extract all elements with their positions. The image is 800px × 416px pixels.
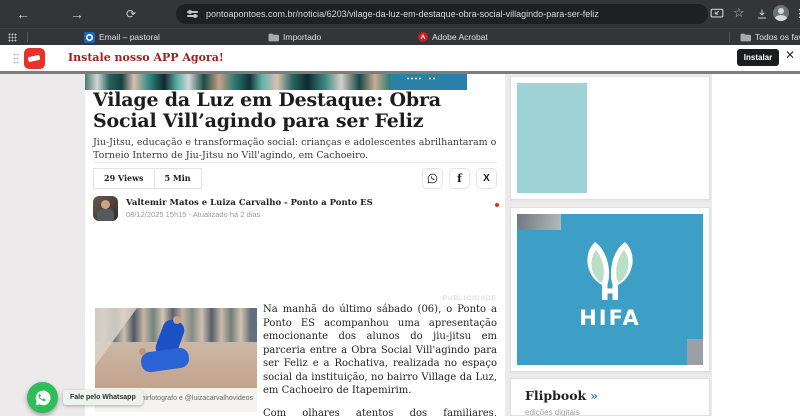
- drag-handle-icon: [13, 53, 19, 64]
- banner-close-icon[interactable]: ✕: [785, 48, 795, 62]
- hero-image: [85, 74, 505, 90]
- share-x-button[interactable]: X: [476, 168, 497, 189]
- browser-toolbar: ← → ⟳ pontoapontoes.com.br/noticia/6203/…: [0, 0, 800, 28]
- jiujitsu-photo: [95, 308, 257, 388]
- bookmark-importado[interactable]: Importado: [268, 29, 321, 45]
- all-favorites-label: Todos os favoritos: [755, 32, 800, 42]
- apps-grid-icon[interactable]: [8, 33, 17, 42]
- folder-icon: [740, 33, 751, 42]
- hifa-ad-corner: [517, 214, 561, 230]
- download-icon[interactable]: [756, 7, 768, 25]
- banner-message: Instale nosso APP Agora!: [68, 45, 224, 71]
- hifa-ad-image: HIFA: [517, 214, 703, 365]
- hero-image-blue-banner: [390, 74, 467, 90]
- menu-kebab-icon[interactable]: ⋮: [794, 6, 800, 22]
- advertising-label: PUBLICIDADE: [443, 295, 497, 302]
- back-icon[interactable]: ←: [16, 6, 30, 22]
- hifa-logo: HIFA: [571, 238, 649, 338]
- photo-athlete-head: [173, 316, 181, 324]
- bookmark-email[interactable]: Email – pastoral: [84, 29, 160, 45]
- read-time-badge: 5 Min: [154, 168, 202, 189]
- bookmark-label: Importado: [283, 32, 321, 42]
- hifa-wordmark: HIFA: [579, 306, 641, 330]
- forward-icon[interactable]: →: [70, 6, 84, 22]
- article-meta-row: 29 Views 5 Min f X: [93, 168, 497, 189]
- sidebar-ad-top-image: [517, 83, 587, 193]
- folder-icon: [268, 33, 279, 42]
- hero-image-collage: [85, 74, 390, 90]
- article-body: Na manhã do último sábado (06), o Ponto …: [263, 303, 497, 416]
- paragraph: Na manhã do último sábado (06), o Ponto …: [263, 303, 497, 398]
- flipbook-arrow: »: [590, 388, 598, 403]
- bookmarks-divider: [27, 32, 28, 42]
- sidebar-ad-top[interactable]: [510, 76, 710, 200]
- bookmark-label: Adobe Acrobat: [432, 32, 488, 42]
- browser-window: ← → ⟳ pontoapontoes.com.br/noticia/6203/…: [0, 0, 800, 416]
- bookmarks-bar: Email – pastoral Importado Adobe Acrobat…: [0, 28, 800, 45]
- photo-athlete-ground: [140, 347, 190, 373]
- site-info-icon[interactable]: [187, 9, 198, 19]
- bookmark-label: Email – pastoral: [99, 32, 160, 42]
- share-facebook-button[interactable]: f: [449, 168, 470, 189]
- hifa-ad-corner: [687, 339, 703, 365]
- author-name: Valtemir Matos e Luiza Carvalho - Ponto …: [126, 198, 373, 208]
- flipbook-subtitle: edições digitais: [525, 408, 695, 416]
- open-in-app-icon[interactable]: [710, 7, 724, 25]
- sidebar-ad-hifa[interactable]: HIFA: [510, 207, 710, 372]
- whatsapp-icon: [427, 173, 438, 184]
- bookmark-acrobat[interactable]: Adobe Acrobat: [418, 29, 488, 45]
- bookmark-star-icon[interactable]: ☆: [733, 5, 745, 21]
- whatsapp-icon: [34, 389, 52, 407]
- outlook-icon: [84, 32, 95, 43]
- profile-avatar[interactable]: [773, 5, 789, 21]
- acrobat-icon: [418, 32, 428, 42]
- reload-icon[interactable]: ⟳: [126, 6, 136, 22]
- paragraph: Com olhares atentos dos familiares, prof…: [263, 407, 497, 416]
- article-title: Vilage da Luz em Destaque: Obra Social V…: [93, 90, 499, 132]
- address-bar[interactable]: pontoapontoes.com.br/noticia/6203/vilage…: [176, 4, 708, 24]
- all-favorites[interactable]: Todos os favoritos: [740, 29, 800, 45]
- install-button[interactable]: Instalar: [737, 49, 779, 66]
- whatsapp-fab[interactable]: [27, 382, 58, 413]
- article-subtitle: Jiu-Jitsu, educação e transformação soci…: [93, 136, 497, 162]
- author-avatar: [93, 196, 118, 221]
- flipbook-title: Flipbook: [525, 388, 586, 403]
- install-app-banner: Instale nosso APP Agora! Instalar ✕: [0, 45, 800, 74]
- bookmarks-divider: [729, 32, 730, 42]
- whatsapp-tooltip: Fale pelo Whatsapp: [63, 390, 143, 405]
- divider: [93, 162, 497, 163]
- site-app-icon: [24, 48, 45, 69]
- url-text: pontoapontoes.com.br/noticia/6203/vilage…: [206, 4, 599, 24]
- share-whatsapp-button[interactable]: [422, 168, 443, 189]
- sidebar-flipbook[interactable]: Flipbook » edições digitais: [510, 378, 710, 416]
- article-card: Vilage da Luz em Destaque: Obra Social V…: [85, 74, 505, 416]
- page-background-right: [712, 74, 800, 416]
- views-badge: 29 Views: [93, 168, 155, 189]
- publish-date: 08/12/2025 15h15 - Atualizado há 2 dias: [126, 210, 260, 219]
- notification-dot: [495, 203, 499, 207]
- photo-athlete-head: [139, 348, 146, 355]
